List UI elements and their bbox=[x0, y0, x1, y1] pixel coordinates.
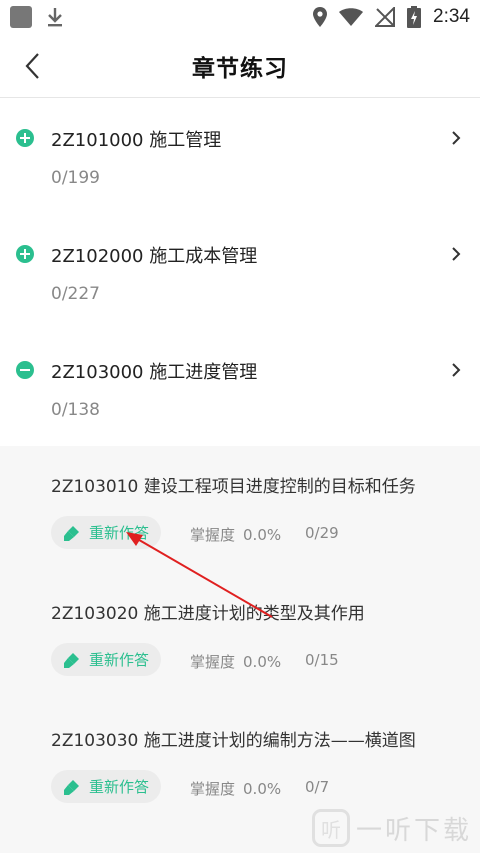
mastery-value: 0.0% bbox=[243, 780, 282, 798]
wifi-icon bbox=[339, 8, 364, 26]
section-item[interactable]: 2Z103030 施工进度计划的编制方法——横道图 重新作答 掌握度 0.0% 0… bbox=[0, 700, 480, 827]
status-time: 2:34 bbox=[433, 6, 470, 27]
mastery-label: 掌握度 bbox=[190, 653, 236, 671]
section-title: 2Z103020 施工进度计划的类型及其作用 bbox=[51, 604, 365, 624]
question-count: 0/29 bbox=[305, 524, 339, 542]
mastery-label: 掌握度 bbox=[190, 780, 236, 798]
expand-plus-icon[interactable] bbox=[16, 245, 34, 263]
chapter-title: 2Z101000 施工管理 bbox=[51, 130, 222, 151]
chapter-progress: 0/227 bbox=[51, 284, 100, 304]
section-title: 2Z103010 建设工程项目进度控制的目标和任务 bbox=[51, 477, 416, 497]
expand-plus-icon[interactable] bbox=[16, 129, 34, 147]
battery-icon bbox=[407, 6, 422, 28]
chapter-title: 2Z102000 施工成本管理 bbox=[51, 246, 258, 267]
section-item[interactable]: 2Z103010 建设工程项目进度控制的目标和任务 重新作答 掌握度 0.0% 0… bbox=[0, 446, 480, 573]
location-icon bbox=[313, 7, 328, 27]
watermark: 听 一听下载 bbox=[311, 809, 472, 847]
status-bar: 2:34 bbox=[0, 0, 480, 34]
collapse-minus-icon[interactable] bbox=[16, 361, 34, 379]
chapter-item[interactable]: 2Z103000 施工进度管理 0/138 bbox=[0, 330, 480, 446]
section-title: 2Z103030 施工进度计划的编制方法——横道图 bbox=[51, 731, 416, 751]
back-button[interactable] bbox=[14, 48, 50, 84]
chapter-progress: 0/199 bbox=[51, 168, 100, 188]
app-bar: 章节练习 bbox=[0, 34, 480, 98]
redo-button[interactable]: 重新作答 bbox=[51, 643, 161, 676]
mastery-info: 掌握度 0.0% bbox=[190, 778, 281, 799]
download-icon bbox=[48, 8, 62, 27]
mastery-info: 掌握度 0.0% bbox=[190, 524, 281, 545]
redo-button[interactable]: 重新作答 bbox=[51, 770, 161, 803]
watermark-logo-icon: 听 bbox=[311, 809, 350, 847]
mastery-value: 0.0% bbox=[243, 653, 282, 671]
redo-button[interactable]: 重新作答 bbox=[51, 516, 161, 549]
mastery-label: 掌握度 bbox=[190, 526, 236, 544]
page-title: 章节练习 bbox=[192, 55, 288, 82]
mastery-info: 掌握度 0.0% bbox=[190, 651, 281, 672]
brush-icon bbox=[64, 525, 79, 541]
watermark-text: 一听下载 bbox=[355, 815, 472, 846]
chevron-right-icon bbox=[452, 247, 461, 261]
section-item[interactable]: 2Z103020 施工进度计划的类型及其作用 重新作答 掌握度 0.0% 0/15 bbox=[0, 573, 480, 700]
no-signal-icon bbox=[375, 7, 396, 27]
chapter-item[interactable]: 2Z101000 施工管理 0/199 bbox=[0, 98, 480, 214]
question-count: 0/15 bbox=[305, 651, 339, 669]
brush-icon bbox=[64, 779, 79, 795]
back-arrow-icon bbox=[25, 53, 39, 79]
redo-label: 重新作答 bbox=[89, 524, 150, 542]
question-count: 0/7 bbox=[305, 778, 330, 796]
redo-label: 重新作答 bbox=[89, 651, 150, 669]
notification-app-icon bbox=[10, 6, 32, 28]
chapter-title: 2Z103000 施工进度管理 bbox=[51, 362, 258, 383]
chevron-right-icon bbox=[452, 131, 461, 145]
mastery-value: 0.0% bbox=[243, 526, 282, 544]
subsection-list: 2Z103010 建设工程项目进度控制的目标和任务 重新作答 掌握度 0.0% 0… bbox=[0, 446, 480, 853]
brush-icon bbox=[64, 652, 79, 668]
chapter-item[interactable]: 2Z102000 施工成本管理 0/227 bbox=[0, 214, 480, 330]
chevron-right-icon bbox=[452, 363, 461, 377]
redo-label: 重新作答 bbox=[89, 778, 150, 796]
chapter-progress: 0/138 bbox=[51, 400, 100, 420]
